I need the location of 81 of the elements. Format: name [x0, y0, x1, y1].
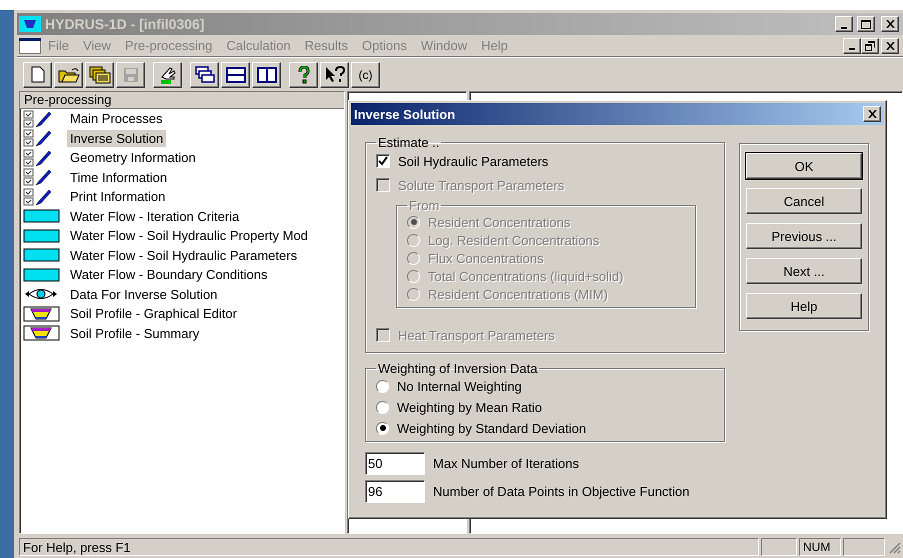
toolbar-button[interactable]: [320, 62, 349, 88]
tree-item[interactable]: Inverse Solution: [67, 130, 166, 147]
toolbar-button[interactable]: [85, 62, 114, 88]
water-layer-icon: [23, 268, 61, 282]
tree-item[interactable]: Soil Profile - Graphical Editor: [67, 305, 240, 322]
tree-item[interactable]: Print Information: [67, 188, 168, 206]
group-label: Weighting of Inversion Data: [377, 361, 538, 376]
minimize-button[interactable]: [843, 38, 861, 54]
restore-icon: [865, 40, 875, 50]
water-layer-icon: [23, 228, 61, 243]
toolbar-button[interactable]: [190, 62, 219, 88]
restore-button[interactable]: [861, 38, 879, 54]
close-button[interactable]: [881, 16, 899, 32]
dialog-title: Inverse Solution: [354, 106, 456, 122]
group-label: Estimate ..: [377, 135, 440, 150]
dialog-button[interactable]: Cancel: [746, 188, 862, 214]
app-icon: [19, 16, 41, 32]
number-field[interactable]: 50: [365, 452, 425, 475]
status-text: For Help, press F1: [19, 538, 759, 556]
pane-header: Pre-processing: [20, 92, 344, 109]
tile-horizontal-icon: [226, 66, 246, 82]
close-icon: [868, 110, 876, 118]
pointer-question-icon: [324, 66, 346, 84]
status-indicator: NUM: [799, 538, 841, 556]
status-panel: [843, 538, 885, 556]
minimize-icon: [849, 48, 855, 50]
dialog-button[interactable]: Next ...: [746, 258, 862, 284]
tree-item[interactable]: Geometry Information: [67, 149, 199, 166]
toolbar-button[interactable]: [23, 62, 52, 88]
close-icon: [886, 42, 894, 50]
maximize-icon: [861, 20, 871, 28]
tree-item[interactable]: Time Information: [67, 168, 170, 186]
document-stack-icon: [88, 66, 110, 84]
water-layer-icon: [23, 209, 61, 224]
tile-vertical-icon: [256, 66, 276, 82]
close-button[interactable]: [863, 106, 881, 122]
tree-item[interactable]: Water Flow - Soil Hydraulic Property Mod: [67, 227, 311, 244]
window-title: HYDRUS-1D - [infil0306]: [45, 16, 206, 32]
minimize-icon: [841, 26, 847, 28]
tree-item[interactable]: Soil Profile - Summary: [67, 324, 202, 342]
field-label: Max Number of Iterations: [433, 456, 579, 471]
close-button[interactable]: [881, 38, 899, 54]
dialog-button[interactable]: Previous ...: [746, 223, 862, 249]
radio-button[interactable]: Weighting by Standard Deviation: [376, 418, 716, 438]
resize-grip-icon: [887, 540, 901, 554]
toolbar-button[interactable]: [221, 62, 250, 88]
radio-circle[interactable]: [376, 380, 389, 392]
tree-item[interactable]: Water Flow - Iteration Criteria: [67, 208, 242, 225]
checkbox[interactable]: Soil Hydraulic Parameters: [376, 150, 716, 172]
toolbar-button[interactable]: [289, 62, 318, 88]
dialog-button[interactable]: OK: [746, 153, 862, 179]
radio-button[interactable]: Weighting by Mean Ratio: [376, 397, 716, 417]
tree-item[interactable]: Water Flow - Soil Hydraulic Parameters: [67, 246, 300, 264]
radio-button[interactable]: No Internal Weighting: [376, 376, 716, 396]
number-field[interactable]: 96: [365, 480, 425, 503]
soil-profile-icon: [23, 306, 61, 322]
close-icon: [886, 20, 894, 28]
check-icon: [378, 156, 388, 166]
tree-item[interactable]: Data For Inverse Solution: [67, 286, 220, 303]
tree-item[interactable]: Water Flow - Boundary Conditions: [67, 266, 270, 284]
toolbar-button[interactable]: [252, 62, 281, 88]
copyright-button[interactable]: (c): [351, 62, 380, 88]
folder-icon: [58, 66, 80, 82]
toolbar-button[interactable]: [153, 62, 182, 88]
soil-profile-icon: [23, 325, 61, 342]
dialog-button[interactable]: Help: [746, 293, 862, 319]
new-file-icon: [30, 66, 44, 83]
checkbox-square[interactable]: [376, 154, 390, 168]
toolbar-button[interactable]: [54, 62, 83, 88]
radio-circle[interactable]: [376, 400, 389, 414]
water-layer-icon: [23, 248, 61, 262]
cascade-windows-icon: [194, 66, 214, 84]
document-window-icon[interactable]: [19, 38, 41, 54]
maximize-button[interactable]: [857, 16, 875, 32]
group-label: From: [408, 198, 440, 213]
minimize-button[interactable]: [835, 16, 853, 32]
tree-item[interactable]: Main Processes: [67, 110, 166, 128]
question-mark-icon: [296, 66, 310, 84]
field-label: Number of Data Points in Objective Function: [433, 484, 690, 499]
radio-circle[interactable]: [376, 422, 389, 434]
status-panel: [761, 538, 797, 556]
